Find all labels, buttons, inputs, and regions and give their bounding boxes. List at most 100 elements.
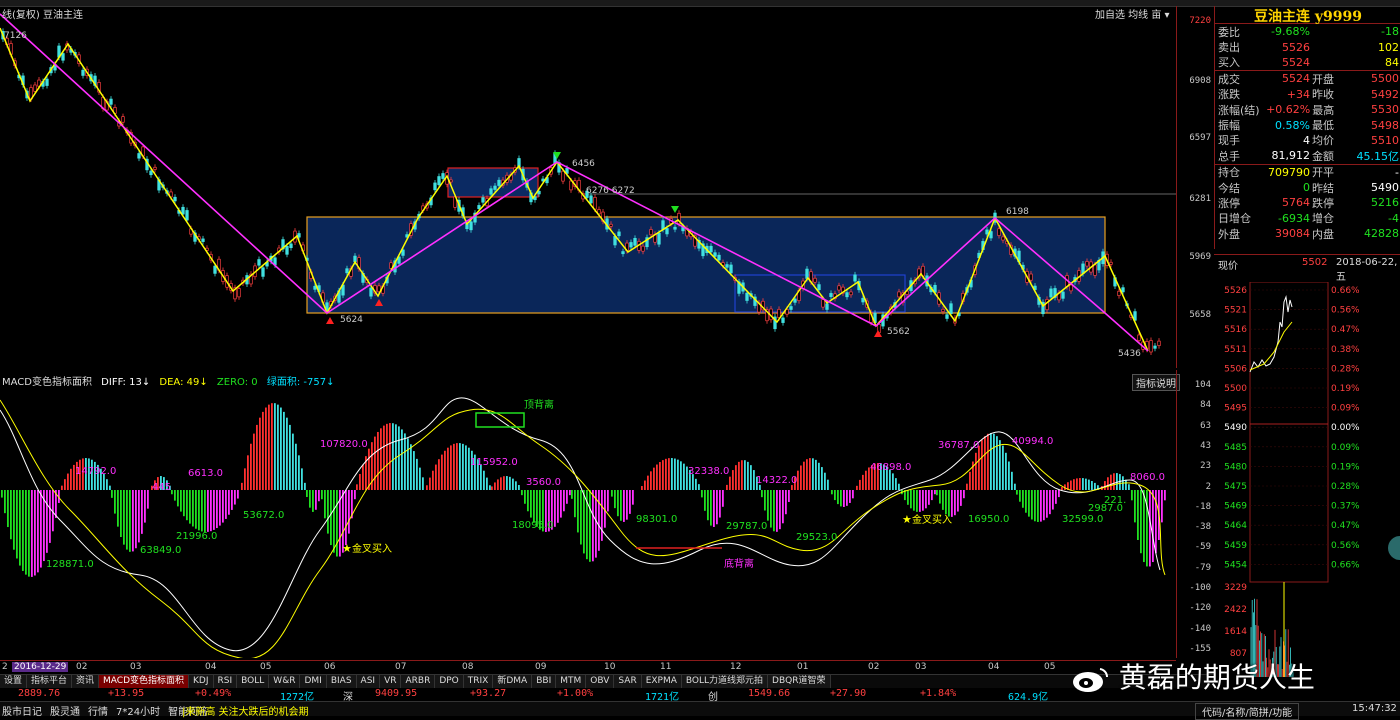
macd-bar [109, 485, 111, 490]
tab-indicator[interactable]: OBV [586, 675, 615, 689]
macd-bar [735, 465, 737, 490]
candle [561, 170, 565, 182]
macd-bar [722, 490, 724, 507]
macd-bar [207, 490, 209, 532]
macd-axis: 104 84 63 43 23 2 -18 -38 -59 -79 -100 -120 -140 -155 [1176, 370, 1215, 658]
macd-bar [710, 490, 712, 526]
tab-indicator[interactable]: 资讯 [72, 675, 100, 689]
candle [477, 205, 481, 210]
candle [621, 251, 625, 255]
candlestick-chart[interactable]: 7126 6456 6276 6272 6198 5624 5562 5436 [0, 6, 1176, 368]
candle [1085, 261, 1089, 267]
macd-bar [295, 443, 297, 490]
candle [489, 188, 493, 195]
tab-indicator[interactable]: MACD变色指标面积 [99, 675, 190, 689]
indicator-help-button[interactable]: 指标说明 [1132, 374, 1180, 391]
candle [1001, 236, 1005, 241]
macd-bar [990, 433, 992, 490]
tab-indicator[interactable]: MTM [556, 675, 587, 689]
tab-indicator[interactable]: SAR [614, 675, 642, 689]
tab-indicator[interactable]: 指标平台 [27, 675, 73, 689]
candle [729, 264, 733, 274]
macd-bar [916, 490, 918, 512]
macd-bar [996, 436, 998, 490]
macd-bar [289, 424, 291, 490]
macd-bar [132, 490, 134, 552]
status-link[interactable]: 行情 [88, 703, 108, 718]
macd-bar [429, 477, 431, 490]
tab-indicator[interactable]: ARBR [401, 675, 436, 689]
tab-indicator[interactable]: BOLL力道线郑元拍 [681, 675, 769, 689]
macd-bar [46, 490, 48, 553]
quote-label: 金额 [1311, 149, 1334, 163]
macd-value-label: 6613.0 [188, 468, 223, 479]
tab-indicator[interactable]: DPO [435, 675, 464, 689]
quote-value: -6934 [1278, 211, 1310, 225]
tab-indicator[interactable]: EXPMA [641, 675, 682, 689]
candle [781, 317, 785, 323]
intraday-chart[interactable]: 5526 0.66% 5521 0.56% 5516 0.47% 5511 0.38% 5506… [1214, 282, 1400, 702]
macd-bar [383, 425, 385, 490]
macd-bar [803, 461, 805, 490]
macd-bar [632, 490, 634, 505]
macd-bar [4, 490, 6, 514]
macd-bar [1034, 490, 1036, 522]
search-box[interactable]: 代码/名称/简拼/功能 [1195, 703, 1300, 720]
tab-indicator[interactable]: DBQR道智荣 [768, 675, 831, 689]
tab-indicator[interactable]: DMI [300, 675, 327, 689]
macd-bar [644, 480, 646, 490]
tab-indicator[interactable]: 设置 [0, 675, 28, 689]
status-link[interactable]: 股灵通 [50, 703, 80, 718]
status-link[interactable]: 7*24小时 [116, 703, 160, 718]
quote-label: 涨停 [1218, 197, 1240, 210]
quote-value: +0.62% [1266, 103, 1311, 117]
tab-indicator[interactable]: BIAS [326, 675, 357, 689]
candle [661, 220, 665, 230]
quote-row: 涨幅(结) +0.62% 最高 5530 [1215, 102, 1400, 117]
candle [137, 153, 141, 159]
macd-bar [453, 443, 455, 490]
candle [201, 238, 205, 242]
candle [493, 185, 497, 190]
tab-indicator[interactable]: BBI [532, 675, 557, 689]
tab-indicator[interactable]: TRIX [463, 675, 494, 689]
macd-bar [49, 490, 51, 543]
date-label: 03 [915, 662, 927, 672]
quote-value: 5500 [1371, 72, 1399, 86]
macd-bar [931, 490, 933, 501]
tab-indicator[interactable]: VR [380, 675, 402, 689]
macd-bar [744, 460, 746, 490]
macd-bar [274, 403, 276, 490]
date-label: 2 [2, 662, 8, 672]
golden-cross-label: 金叉买入 [912, 513, 952, 526]
quote-label: 总手 [1218, 149, 1240, 163]
news-ticker[interactable]: |来新高 关注大跌后的机会期 [182, 703, 309, 718]
weibo-logo-icon [1073, 668, 1109, 692]
tab-indicator[interactable]: KDJ [189, 675, 214, 689]
macd-chart[interactable]: 顶背离底背离金叉买入金叉买入★★14792.0 6613.0107820.0115… [0, 370, 1176, 658]
macd-bar [362, 464, 364, 490]
macd-bar [560, 490, 562, 518]
sh-value: 2889.76 [18, 688, 61, 699]
macd-value-label: 29523.0 [796, 532, 837, 543]
macd-bar [809, 458, 811, 490]
macd-bar [13, 490, 15, 550]
tab-indicator[interactable]: W&R [269, 675, 301, 689]
chart-tools[interactable]: 加自选 均线 亩 ▾ [1095, 6, 1170, 21]
macd-bar [939, 490, 941, 504]
macd-bar [1152, 490, 1154, 563]
status-link[interactable]: 股市日记 [2, 703, 42, 718]
macd-bar [818, 462, 820, 490]
quote-row: 日增仓 -6934 增仓 -4 [1215, 211, 1400, 226]
tab-indicator[interactable]: BOLL [237, 675, 270, 689]
macd-bar [647, 475, 649, 490]
tab-indicator[interactable]: RSI [213, 675, 238, 689]
buy-arrow-icon [874, 330, 882, 337]
quote-title: 豆油主连 y9999 [1215, 6, 1400, 25]
macd-bar [1025, 490, 1027, 513]
tab-indicator[interactable]: ASI [356, 675, 381, 689]
tab-indicator[interactable]: 新DMA [493, 675, 533, 689]
macd-bar [919, 490, 921, 512]
macd-bar [304, 482, 306, 490]
macd-value-label: 32338.0 [688, 466, 729, 477]
